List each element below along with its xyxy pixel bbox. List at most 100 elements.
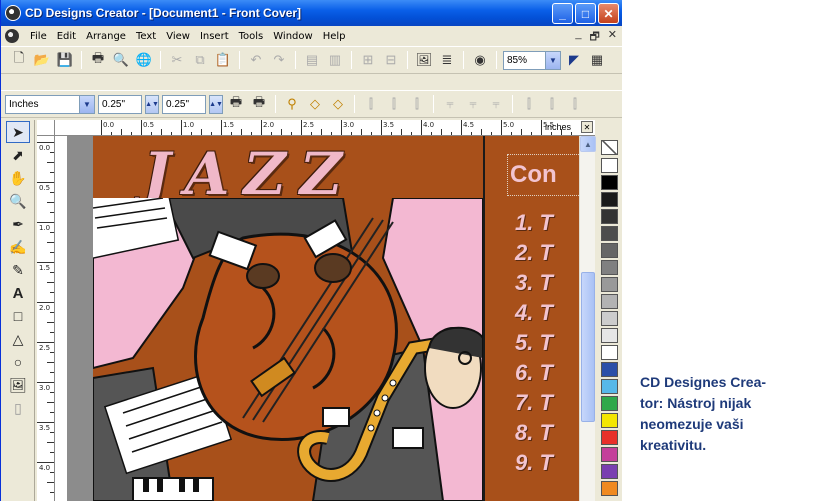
grid-icon[interactable]: ▦ [587, 50, 607, 70]
horizontal-ruler[interactable]: inches ✕ 0.0 0.5 1.0 1.5 2.0 2.5 3.0 3.5 4.0 4.5 5… [55, 120, 595, 136]
minimize-button[interactable]: _ [552, 3, 573, 24]
spin-x-stepper[interactable]: ▲▼ [145, 94, 159, 114]
align-icon[interactable]: ≣ [437, 50, 457, 70]
camera-icon[interactable]: ◉ [470, 50, 490, 70]
distribute-v-icon[interactable]: ⫿ [542, 94, 562, 114]
node-tool-icon[interactable]: ⬈ [6, 144, 30, 166]
copy-icon[interactable]: ⧉ [190, 50, 210, 70]
color-swatch[interactable] [601, 226, 618, 241]
redo-icon[interactable]: ↷ [269, 50, 289, 70]
color-swatch[interactable] [601, 311, 618, 326]
ellipse-tool-icon[interactable]: ○ [6, 351, 30, 373]
align-top-icon[interactable]: ⫧ [440, 94, 460, 114]
ruler-corner[interactable] [37, 120, 55, 136]
group-icon[interactable]: ⊞ [358, 50, 378, 70]
printer-layout-icon[interactable]: 🖶 [249, 94, 269, 114]
menu-help[interactable]: Help [318, 31, 351, 42]
color-swatch[interactable] [601, 379, 618, 394]
menu-insert[interactable]: Insert [195, 31, 234, 42]
pen-tool-icon[interactable]: ✒ [6, 213, 30, 235]
diamond-outline-icon[interactable]: ◇ [328, 94, 348, 114]
align-right-icon[interactable]: ⫿ [407, 94, 427, 114]
spin-y-stepper[interactable]: ▲▼ [209, 94, 223, 114]
color-swatch[interactable] [601, 192, 618, 207]
menu-text[interactable]: Text [131, 31, 161, 42]
cut-icon[interactable]: ✂ [167, 50, 187, 70]
send-backward-icon[interactable]: ▥ [325, 50, 345, 70]
units-select[interactable]: Inches ▼ [5, 94, 95, 114]
document-menu-icon[interactable] [5, 29, 19, 43]
menu-arrange[interactable]: Arrange [81, 31, 131, 42]
scrollbar-thumb[interactable] [581, 272, 595, 422]
track-item[interactable]: 3. T [515, 270, 553, 296]
bring-forward-icon[interactable]: ▤ [302, 50, 322, 70]
zoom-select[interactable]: 85% ▼ [503, 50, 561, 70]
align-center-icon[interactable]: ⫿ [384, 94, 404, 114]
align-left-icon[interactable]: ⫿ [361, 94, 381, 114]
text-tool-icon[interactable]: A [6, 282, 30, 304]
track-item[interactable]: 1. T [515, 210, 553, 236]
color-swatch[interactable] [601, 294, 618, 309]
chevron-down-icon[interactable]: ▼ [545, 51, 560, 69]
open-folder-icon[interactable]: 📂 [32, 50, 52, 70]
track-item[interactable]: 8. T [515, 420, 553, 446]
align-middle-icon[interactable]: ⫧ [463, 94, 483, 114]
web-icon[interactable]: 🌐 [134, 50, 154, 70]
track-item[interactable]: 4. T [515, 300, 553, 326]
print-preview-icon[interactable]: 🔍 [111, 50, 131, 70]
color-swatch[interactable] [601, 481, 618, 496]
color-swatch[interactable] [601, 260, 618, 275]
maximize-button[interactable]: □ [575, 3, 596, 24]
diamond-icon[interactable]: ◇ [305, 94, 325, 114]
pointer-tool-icon[interactable]: ➤ [6, 121, 30, 143]
color-swatch[interactable] [601, 464, 618, 479]
fill-tool-icon[interactable]: ◤ [564, 50, 584, 70]
color-swatch[interactable] [601, 158, 618, 173]
undo-icon[interactable]: ↶ [246, 50, 266, 70]
front-cover[interactable]: JAZZ [93, 136, 483, 501]
no-fill-swatch[interactable] [601, 140, 618, 155]
image-tool-icon[interactable]: 🖼 [6, 374, 30, 396]
align-bottom-icon[interactable]: ⫧ [486, 94, 506, 114]
distribute-h-icon[interactable]: ⫿ [519, 94, 539, 114]
close-button[interactable]: ✕ [598, 3, 619, 24]
design-canvas[interactable]: JAZZ Con 1. T 2. T 3. T 4. T 5. T 6. T 7… [55, 136, 595, 501]
color-swatch[interactable] [601, 345, 618, 360]
menu-tools[interactable]: Tools [234, 31, 269, 42]
title-bar[interactable]: CD Designs Creator - [Document1 - Front … [1, 0, 622, 26]
spin-x-input[interactable]: 0.25" [98, 94, 142, 114]
snap-icon[interactable]: ⚲ [282, 94, 302, 114]
close-icon[interactable]: ✕ [581, 121, 593, 133]
color-swatch[interactable] [601, 175, 618, 190]
color-swatch[interactable] [601, 396, 618, 411]
paste-icon[interactable]: 📋 [213, 50, 233, 70]
color-swatch[interactable] [601, 209, 618, 224]
print-icon[interactable]: 🖶 [88, 50, 108, 70]
color-swatch[interactable] [601, 328, 618, 343]
eyedropper-tool-icon[interactable]: ✎ [6, 259, 30, 281]
color-swatch[interactable] [601, 430, 618, 445]
vertical-ruler[interactable]: 0.0 0.5 1.0 1.5 2.0 2.5 3.0 3.5 4.0 [37, 136, 55, 501]
zoom-tool-icon[interactable]: 🔍 [6, 190, 30, 212]
menu-file[interactable]: File [25, 31, 52, 42]
vertical-scrollbar[interactable]: ▲ [579, 136, 596, 501]
menu-edit[interactable]: Edit [52, 31, 81, 42]
track-item[interactable]: 5. T [515, 330, 553, 356]
color-swatch[interactable] [601, 362, 618, 377]
new-document-icon[interactable]: 🗋 [9, 50, 29, 70]
app-logo-icon[interactable] [5, 5, 21, 21]
doc-minimize-button[interactable]: _ [575, 28, 581, 47]
chevron-down-icon[interactable]: ▼ [79, 95, 94, 113]
insert-image-icon[interactable]: 🖼 [414, 50, 434, 70]
space-evenly-icon[interactable]: ⫿ [565, 94, 585, 114]
menu-view[interactable]: View [161, 31, 195, 42]
color-swatch[interactable] [601, 277, 618, 292]
scroll-up-icon[interactable]: ▲ [580, 136, 596, 152]
hand-tool-icon[interactable]: ✋ [6, 167, 30, 189]
track-item[interactable]: 6. T [515, 360, 553, 386]
rectangle-tool-icon[interactable]: □ [6, 305, 30, 327]
color-swatch[interactable] [601, 447, 618, 462]
color-swatch[interactable] [601, 413, 618, 428]
track-item[interactable]: 9. T [515, 450, 553, 476]
ungroup-icon[interactable]: ⊟ [381, 50, 401, 70]
